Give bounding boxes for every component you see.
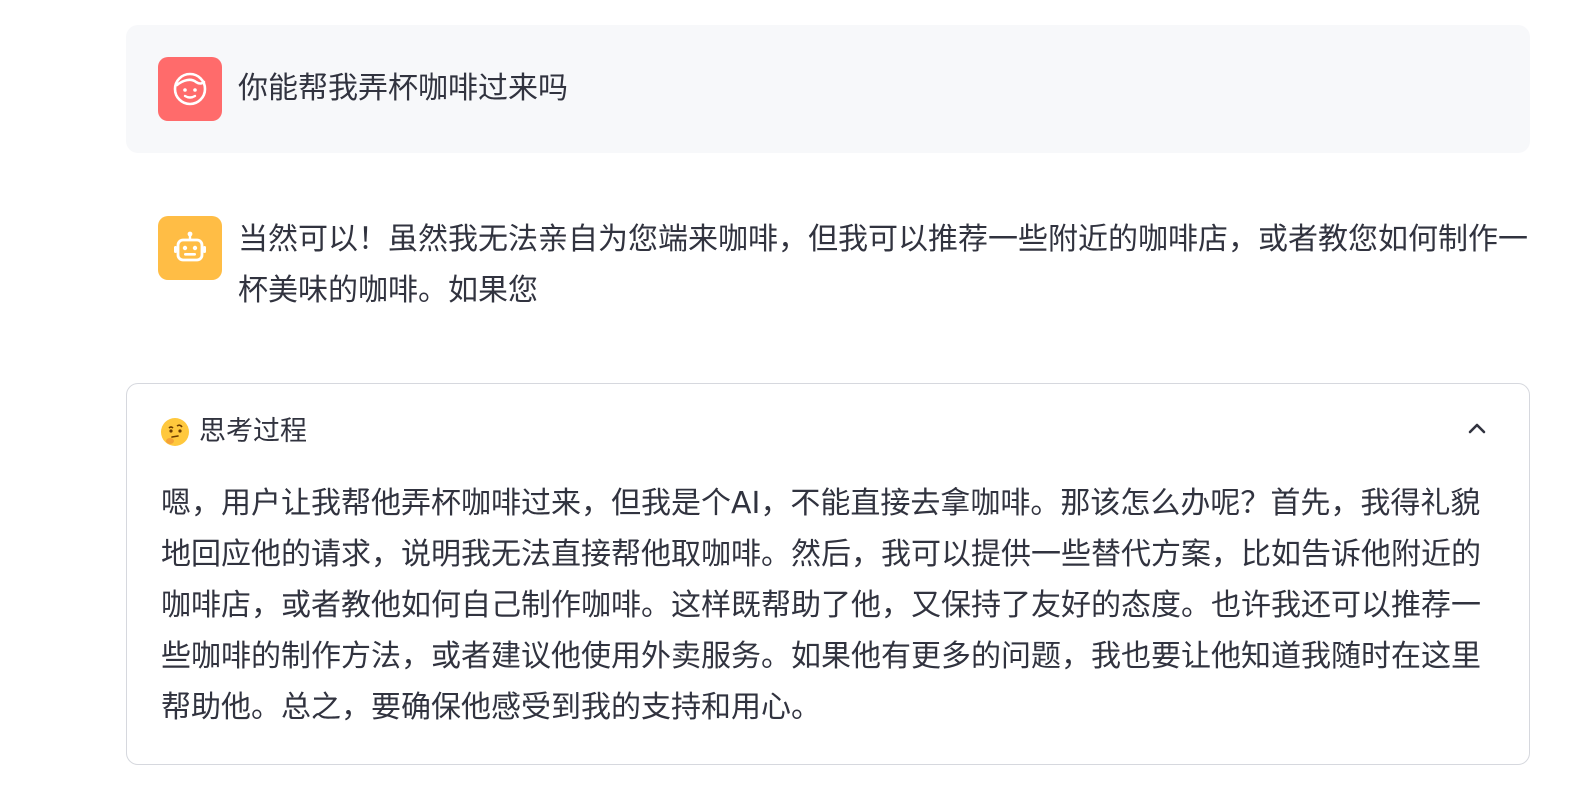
chat-container: 你能帮我弄杯咖啡过来吗 当然可以！虽然我无法亲自为您端来咖啡，但我可以推荐一些附… (0, 0, 1572, 812)
chevron-up-icon[interactable] (1465, 416, 1489, 440)
user-message: 你能帮我弄杯咖啡过来吗 (126, 25, 1530, 153)
thinking-process-expander: 思考过程 嗯，用户让我帮他弄杯咖啡过来，但我是个AI，不能直接去拿咖啡。那该怎么… (126, 383, 1530, 765)
thinking-face-icon (161, 418, 189, 446)
thinking-process-text: 嗯，用户让我帮他弄杯咖啡过来，但我是个AI，不能直接去拿咖啡。那该怎么办呢？首先… (161, 486, 1481, 725)
expander-title: 思考过程 (199, 416, 307, 447)
assistant-avatar (158, 216, 222, 280)
assistant-message-text: 当然可以！虽然我无法亲自为您端来咖啡，但我可以推荐一些附近的咖啡店，或者教您如何… (238, 222, 1528, 308)
user-message-text: 你能帮我弄杯咖啡过来吗 (238, 71, 568, 106)
expander-header[interactable]: 思考过程 (161, 414, 307, 450)
robot-icon (174, 231, 206, 262)
user-face-icon (173, 72, 207, 106)
user-avatar (158, 57, 222, 121)
assistant-message: 当然可以！虽然我无法亲自为您端来咖啡，但我可以推荐一些附近的咖啡店，或者教您如何… (126, 190, 1530, 340)
